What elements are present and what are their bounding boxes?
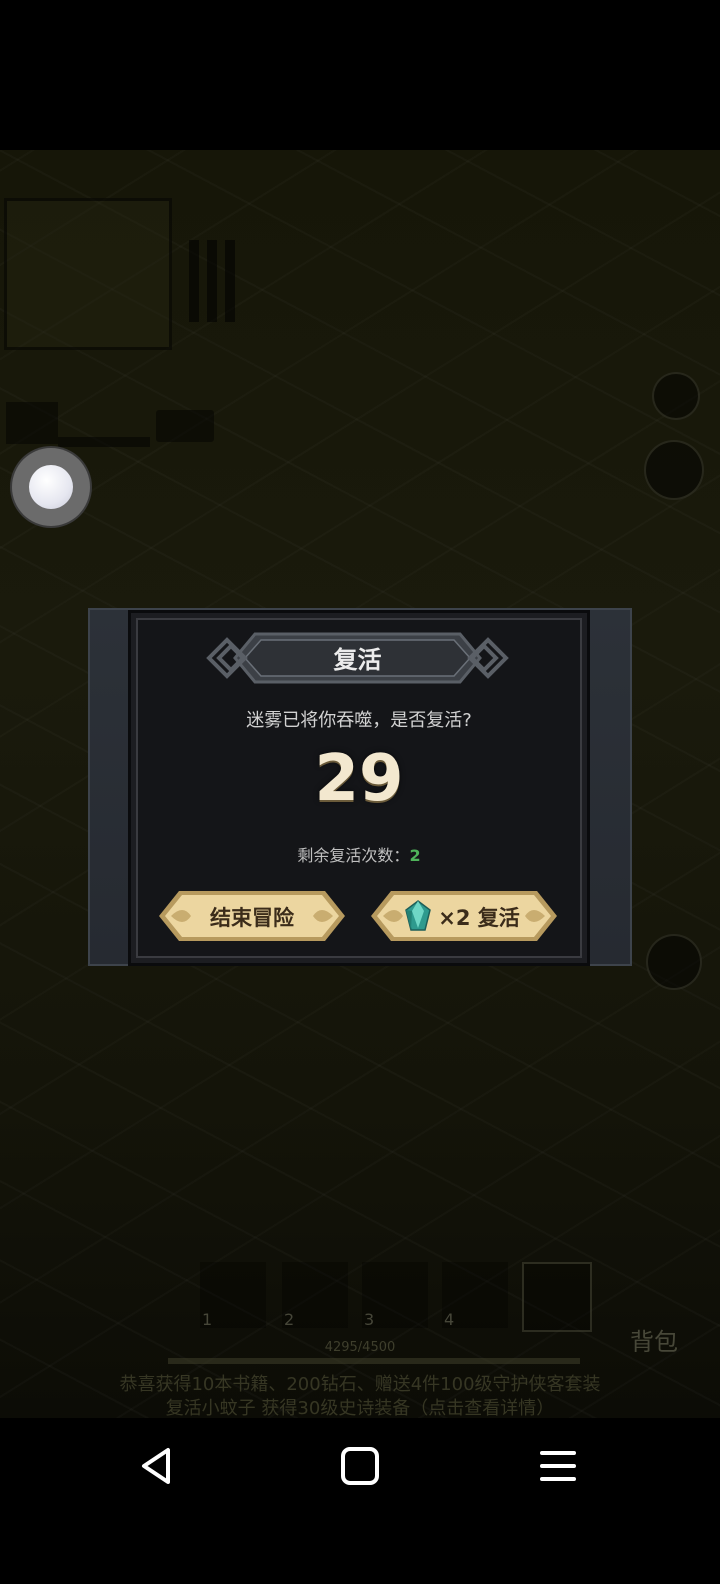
xp-text: 4295/4500 (324, 1340, 396, 1355)
skill-num-1: 1 (202, 1310, 213, 1329)
menu-lines-icon[interactable] (526, 1434, 590, 1498)
remaining-count: 2 (409, 846, 421, 865)
map-compass-icon (644, 440, 704, 500)
end-adventure-label: 结束冒险 (210, 906, 294, 930)
assistive-touch-button[interactable] (12, 448, 90, 526)
news-line-2: 复活小蚊子 获得30级史诗装备（点击查看详情） (165, 1398, 555, 1419)
screen: 1 2 3 4 背包 4295/4500 恭喜获得10本书籍、200钻石、赠送4… (0, 0, 720, 1584)
back-triangle-icon[interactable] (126, 1434, 190, 1498)
skill-num-4: 4 (444, 1310, 455, 1329)
dialog-title: 复活 (333, 646, 382, 674)
countdown-timer: 29 (314, 742, 404, 816)
news-line-1: 恭喜获得10本书籍、200钻石、赠送4件100级守护侠客套装 (119, 1374, 601, 1395)
attack-icon (646, 934, 702, 990)
pause-icon (183, 240, 241, 322)
revive-button[interactable]: ×2 复活 (369, 888, 559, 944)
status-tag (156, 410, 214, 442)
player-portrait (6, 402, 58, 444)
skill-num-2: 2 (284, 1310, 295, 1329)
settings-gear-icon (652, 372, 700, 420)
skill-num-3: 3 (364, 1310, 375, 1329)
revive-question: 迷雾已将你吞噬，是否复活? (246, 710, 472, 731)
home-square-icon[interactable] (328, 1434, 392, 1498)
end-adventure-button[interactable]: 结束冒险 (157, 888, 347, 944)
hp-bar (58, 437, 150, 447)
remaining-revives: 剩余复活次数：2 (128, 842, 590, 866)
xp-bar (168, 1358, 580, 1364)
revive-button-label: ×2 复活 (438, 906, 520, 930)
equip-slot (522, 1262, 592, 1332)
minimap (4, 198, 172, 350)
remaining-label: 剩余复活次数： (297, 846, 410, 865)
